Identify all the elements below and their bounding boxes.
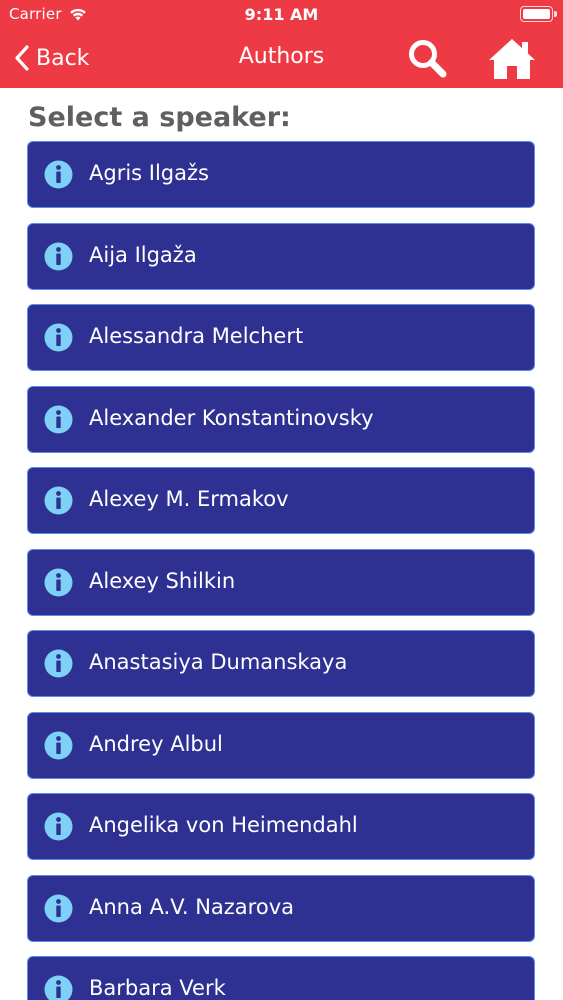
info-icon[interactable] (44, 160, 73, 189)
info-icon[interactable] (44, 975, 73, 1000)
speaker-item[interactable]: Alexey M. Ermakov (27, 467, 535, 534)
back-button[interactable]: Back (14, 40, 89, 76)
info-icon[interactable] (44, 649, 73, 678)
info-icon[interactable] (44, 242, 73, 271)
speaker-name: Alessandra Melchert (89, 324, 304, 348)
speaker-item[interactable]: Alexander Konstantinovsky (27, 385, 535, 453)
speaker-item[interactable]: Alessandra Melchert (27, 304, 535, 371)
speaker-item[interactable]: Anastasiya Dumanskaya (27, 630, 535, 697)
status-bar: Carrier 9:11 AM (0, 0, 563, 30)
info-icon[interactable] (44, 568, 73, 597)
speaker-item[interactable]: Angelika von Heimendahl (27, 793, 535, 860)
search-button[interactable] (405, 36, 451, 82)
chevron-left-icon (15, 45, 29, 71)
speaker-name: Angelika von Heimendahl (89, 813, 358, 837)
navigation-bar: Back Authors (0, 30, 563, 88)
info-icon[interactable] (44, 731, 73, 760)
info-icon[interactable] (44, 323, 73, 352)
speaker-list-screen: Select a speaker: Agris Ilgažs Aija Ilgaž… (0, 88, 563, 1000)
battery-icon (520, 6, 557, 22)
speaker-name: Andrey Albul (89, 731, 223, 756)
info-icon[interactable] (44, 894, 73, 923)
speaker-name: Agris Ilgažs (89, 161, 209, 185)
info-icon[interactable] (44, 405, 73, 434)
section-title: Select a speaker: (28, 102, 291, 133)
home-icon (489, 39, 535, 79)
speaker-item[interactable]: Andrey Albul (27, 711, 535, 779)
speaker-name: Alexey M. Ermakov (89, 487, 289, 511)
search-icon (409, 40, 447, 78)
speaker-item[interactable]: Barbara Verk (27, 956, 535, 1000)
back-label: Back (36, 45, 90, 71)
info-icon[interactable] (44, 812, 73, 841)
info-icon[interactable] (44, 486, 73, 515)
speaker-name: Barbara Verk (89, 976, 226, 1000)
speaker-name: Alexander Konstantinovsky (89, 405, 374, 430)
speaker-item[interactable]: Agris Ilgažs (27, 141, 535, 208)
home-button[interactable] (486, 36, 538, 82)
speaker-name: Anna A.V. Nazarova (89, 894, 294, 919)
speaker-item[interactable]: Anna A.V. Nazarova (27, 874, 535, 942)
speaker-name: Anastasiya Dumanskaya (89, 650, 348, 674)
speaker-item[interactable]: Alexey Shilkin (27, 548, 535, 616)
status-time: 9:11 AM (244, 5, 319, 24)
speaker-name: Aija Ilgaža (89, 242, 197, 267)
speaker-item[interactable]: Aija Ilgaža (27, 222, 535, 290)
speaker-name: Alexey Shilkin (89, 568, 236, 593)
